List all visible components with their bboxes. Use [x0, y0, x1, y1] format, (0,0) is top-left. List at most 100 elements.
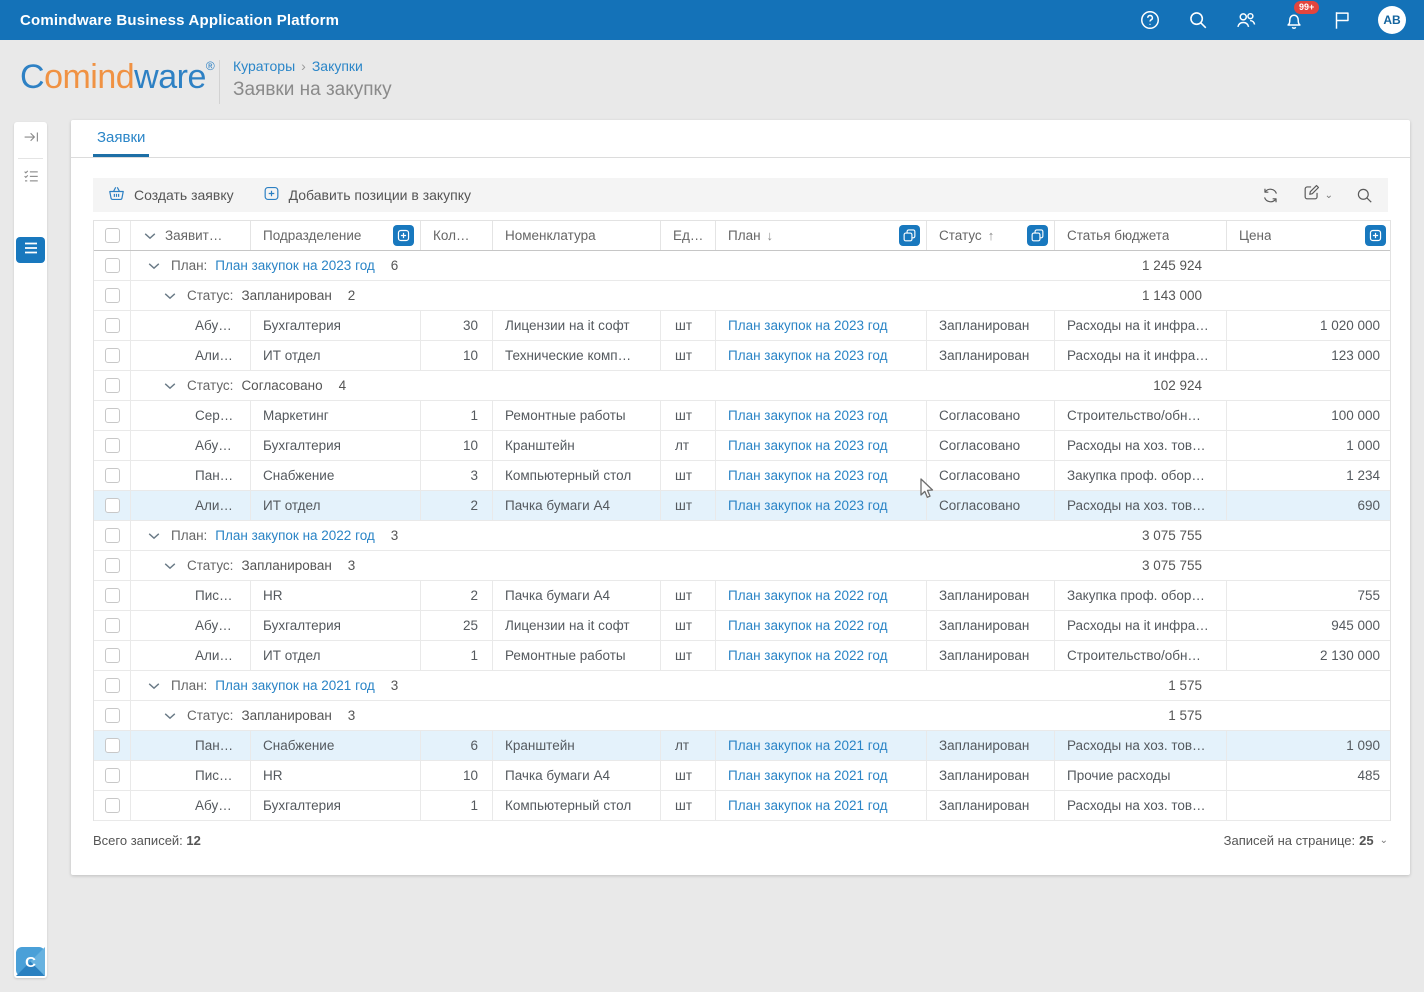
flag-icon[interactable] [1330, 8, 1354, 32]
plan-link[interactable]: План закупок на 2021 год [728, 768, 888, 783]
cell-unit: шт [661, 641, 716, 670]
column-header-status[interactable]: Статус↑ [927, 221, 1055, 250]
plan-link[interactable]: План закупок на 2022 год [728, 588, 888, 603]
avatar[interactable]: AB [1378, 6, 1406, 34]
group-column-button[interactable] [899, 225, 920, 246]
column-header-budget[interactable]: Статья бюджета [1055, 221, 1227, 250]
row-checkbox[interactable] [105, 648, 120, 663]
select-all-checkbox[interactable] [105, 228, 120, 243]
row-checkbox[interactable] [105, 468, 120, 483]
table-row[interactable]: Али…ИТ отдел10Технические комп…штПлан за… [94, 341, 1390, 371]
cell-requester: Али… [131, 341, 251, 370]
table-row[interactable]: Пис…HR10Пачка бумаги А4штПлан закупок на… [94, 761, 1390, 791]
table-row[interactable]: Пан…Снабжение3Компьютерный столштПлан за… [94, 461, 1390, 491]
collapse-group-icon[interactable] [163, 289, 177, 303]
sidebar-item-tasks[interactable] [14, 161, 47, 195]
plan-link[interactable]: План закупок на 2022 год [728, 648, 888, 663]
tab-requests[interactable]: Заявки [93, 120, 149, 157]
table-row[interactable]: Абу…Бухгалтерия10КранштейнлтПлан закупок… [94, 431, 1390, 461]
cell-unit: шт [661, 491, 716, 520]
table-row[interactable]: Сер…Маркетинг1Ремонтные работыштПлан зак… [94, 401, 1390, 431]
help-icon[interactable] [1138, 8, 1162, 32]
plan-link[interactable]: План закупок на 2023 год [728, 468, 888, 483]
sidebar-expand-button[interactable] [14, 122, 47, 156]
plan-link[interactable]: План закупок на 2023 год [728, 498, 888, 513]
table-row[interactable]: Пис…HR2Пачка бумаги А4штПлан закупок на … [94, 581, 1390, 611]
group-plan-link[interactable]: План закупок на 2021 год [215, 678, 375, 693]
row-checkbox[interactable] [105, 618, 120, 633]
comindware-logo[interactable]: Comindware® [20, 58, 214, 97]
table-row[interactable]: Абу…Бухгалтерия25Лицензии на it софтштПл… [94, 611, 1390, 641]
sidebar-item-menu-active[interactable] [16, 237, 45, 263]
row-checkbox[interactable] [105, 768, 120, 783]
row-checkbox[interactable] [105, 528, 120, 543]
plan-link[interactable]: План закупок на 2022 год [728, 618, 888, 633]
group-row-level-1: План:План закупок на 2022 год33 075 755 [94, 521, 1390, 551]
table-row[interactable]: Абу…Бухгалтерия1Компьютерный столштПлан … [94, 791, 1390, 821]
plan-link[interactable]: План закупок на 2021 год [728, 738, 888, 753]
group-count: 3 [348, 708, 356, 723]
row-checkbox[interactable] [105, 258, 120, 273]
plan-link[interactable]: План закупок на 2023 год [728, 348, 888, 363]
sum-column-button[interactable] [393, 225, 414, 246]
notifications-bell-icon[interactable]: 99+ [1282, 8, 1306, 32]
checkbox-cell [94, 701, 131, 730]
column-header-plan[interactable]: План↓ [716, 221, 927, 250]
group-plan-link[interactable]: План закупок на 2023 год [215, 258, 375, 273]
row-checkbox[interactable] [105, 798, 120, 813]
collapse-group-icon[interactable] [147, 679, 161, 693]
row-checkbox[interactable] [105, 498, 120, 513]
table-row[interactable]: Абу…Бухгалтерия30Лицензии на it софтштПл… [94, 311, 1390, 341]
row-checkbox[interactable] [105, 738, 120, 753]
plan-link[interactable]: План закупок на 2023 год [728, 408, 888, 423]
row-checkbox[interactable] [105, 348, 120, 363]
cell-unit: шт [661, 611, 716, 640]
row-checkbox[interactable] [105, 378, 120, 393]
row-checkbox[interactable] [105, 408, 120, 423]
collapse-group-icon[interactable] [163, 379, 177, 393]
column-header-nomenclature[interactable]: Номенклатура [493, 221, 661, 250]
column-header-unit[interactable]: Ед… [661, 221, 716, 250]
edit-icon[interactable]: ⌄ [1302, 183, 1333, 207]
collapse-all-icon[interactable] [143, 229, 157, 243]
column-header-price[interactable]: Цена [1227, 221, 1392, 250]
collapse-group-icon[interactable] [163, 709, 177, 723]
table-row[interactable]: Али…ИТ отдел1Ремонтные работыштПлан заку… [94, 641, 1390, 671]
breadcrumb-purchases[interactable]: Закупки [312, 58, 363, 74]
create-request-button[interactable]: Создать заявку [93, 178, 248, 212]
collapse-group-icon[interactable] [147, 529, 161, 543]
refresh-icon[interactable] [1261, 186, 1280, 205]
table-row[interactable]: Пан…Снабжение6КранштейнлтПлан закупок на… [94, 731, 1390, 761]
plan-link[interactable]: План закупок на 2021 год [728, 798, 888, 813]
cell-department: Бухгалтерия [251, 431, 421, 460]
row-checkbox[interactable] [105, 588, 120, 603]
row-checkbox[interactable] [105, 438, 120, 453]
row-checkbox[interactable] [105, 318, 120, 333]
row-checkbox[interactable] [105, 288, 120, 303]
row-checkbox[interactable] [105, 708, 120, 723]
column-header-qty[interactable]: Кол… [421, 221, 493, 250]
column-header-requester[interactable]: Заявит… [131, 221, 251, 250]
add-positions-button[interactable]: Добавить позиции в закупку [248, 178, 485, 212]
users-icon[interactable] [1234, 8, 1258, 32]
header-divider [219, 60, 220, 104]
collapse-group-icon[interactable] [147, 259, 161, 273]
grid-search-icon[interactable] [1355, 186, 1374, 205]
cell-nomenclature: Кранштейн [493, 731, 661, 760]
row-checkbox[interactable] [105, 678, 120, 693]
row-checkbox[interactable] [105, 558, 120, 573]
column-header-department[interactable]: Подразделение [251, 221, 421, 250]
table-row[interactable]: Али…ИТ отдел2Пачка бумаги А4штПлан закуп… [94, 491, 1390, 521]
plan-link[interactable]: План закупок на 2023 год [728, 318, 888, 333]
sum-column-button[interactable] [1365, 225, 1386, 246]
basket-icon [107, 184, 126, 206]
plan-link[interactable]: План закупок на 2023 год [728, 438, 888, 453]
group-plan-link[interactable]: План закупок на 2022 год [215, 528, 375, 543]
collapse-group-icon[interactable] [163, 559, 177, 573]
breadcrumb-curators[interactable]: Кураторы [233, 58, 295, 74]
group-column-button[interactable] [1027, 225, 1048, 246]
comindware-c-logo[interactable]: C [16, 947, 45, 976]
page-size-selector[interactable]: Записей на странице: 25 ⌄ [1224, 833, 1388, 848]
search-icon[interactable] [1186, 8, 1210, 32]
cell-budget: Расходы на it инфра… [1055, 341, 1227, 370]
